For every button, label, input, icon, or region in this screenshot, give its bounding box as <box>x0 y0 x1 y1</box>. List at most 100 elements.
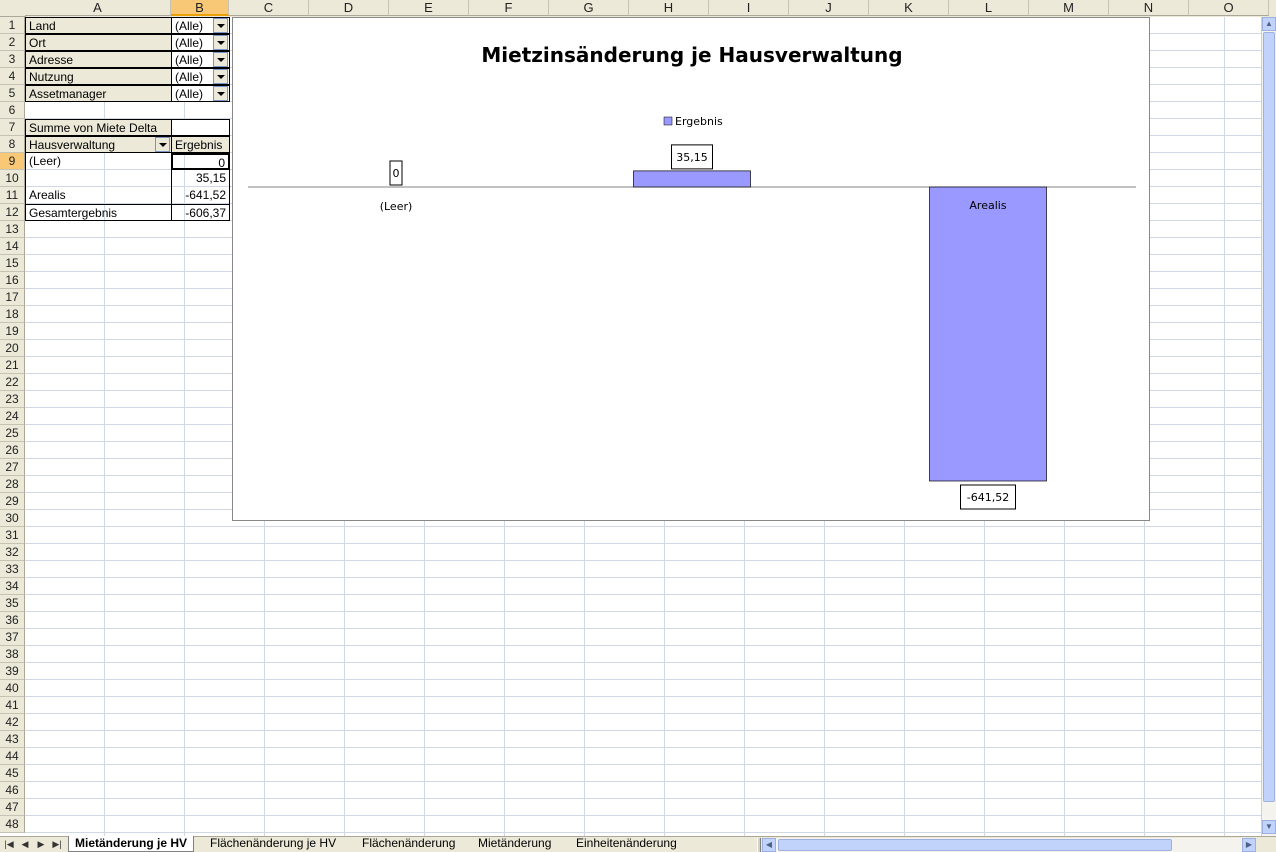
row-header-48[interactable]: 48 <box>0 816 25 833</box>
row-header-32[interactable]: 32 <box>0 544 25 561</box>
horizontal-scroll-thumb[interactable] <box>778 839 1172 851</box>
filter-label-4[interactable]: Assetmanager <box>25 85 172 102</box>
column-header-m[interactable]: M <box>1029 0 1109 16</box>
pivot-data-field[interactable]: Summe von Miete Delta <box>25 119 172 136</box>
row-header-1[interactable]: 1 <box>0 17 25 34</box>
column-header-c[interactable]: C <box>229 0 309 16</box>
pivot-row-field-dropdown-icon[interactable] <box>155 137 170 152</box>
pivot-row-field[interactable]: Hausverwaltung <box>25 136 172 153</box>
row-header-34[interactable]: 34 <box>0 578 25 595</box>
pivot-chart[interactable]: Mietzinsänderung je Hausverwaltung Ergebn… <box>232 17 1150 521</box>
row-header-14[interactable]: 14 <box>0 238 25 255</box>
row-header-5[interactable]: 5 <box>0 85 25 102</box>
row-header-38[interactable]: 38 <box>0 646 25 663</box>
last-sheet-icon[interactable]: ▶| <box>50 838 64 851</box>
filter-dropdown-icon[interactable] <box>213 52 228 67</box>
row-header-18[interactable]: 18 <box>0 306 25 323</box>
row-header-10[interactable]: 10 <box>0 170 25 187</box>
tab-split-handle[interactable] <box>757 838 761 852</box>
pivot-row-value[interactable]: 35,15 <box>171 170 230 187</box>
filter-label-1[interactable]: Ort <box>25 34 172 51</box>
row-header-12[interactable]: 12 <box>0 204 25 221</box>
pivot-row-label[interactable]: Arealis <box>25 187 172 204</box>
scroll-left-icon[interactable]: ◀ <box>762 838 776 852</box>
row-header-30[interactable]: 30 <box>0 510 25 527</box>
column-header-a[interactable]: A <box>25 0 171 16</box>
row-header-26[interactable]: 26 <box>0 442 25 459</box>
filter-dropdown-icon[interactable] <box>213 69 228 84</box>
pivot-row-label[interactable]: Gesamtergebnis <box>25 204 172 221</box>
row-header-21[interactable]: 21 <box>0 357 25 374</box>
horizontal-scrollbar[interactable]: ◀ ▶ <box>762 838 1256 852</box>
pivot-row-value[interactable]: -606,37 <box>171 204 230 221</box>
row-header-3[interactable]: 3 <box>0 51 25 68</box>
filter-dropdown-icon[interactable] <box>213 86 228 101</box>
row-header-11[interactable]: 11 <box>0 187 25 204</box>
sheet-tab-3[interactable]: Mietänderung <box>472 836 557 852</box>
row-header-20[interactable]: 20 <box>0 340 25 357</box>
select-all-corner[interactable] <box>0 0 26 17</box>
scroll-up-icon[interactable]: ▲ <box>1262 17 1276 31</box>
row-header-16[interactable]: 16 <box>0 272 25 289</box>
column-header-g[interactable]: G <box>549 0 629 16</box>
column-header-h[interactable]: H <box>629 0 709 16</box>
column-header-b[interactable]: B <box>171 0 229 16</box>
sheet-tab-1[interactable]: Flächenänderung je HV <box>204 836 342 852</box>
row-header-40[interactable]: 40 <box>0 680 25 697</box>
row-header-36[interactable]: 36 <box>0 612 25 629</box>
prev-sheet-icon[interactable]: ◀ <box>18 838 32 851</box>
row-header-41[interactable]: 41 <box>0 697 25 714</box>
column-header-f[interactable]: F <box>469 0 549 16</box>
row-header-27[interactable]: 27 <box>0 459 25 476</box>
filter-dropdown-icon[interactable] <box>213 18 228 33</box>
pivot-row-value[interactable]: -641,52 <box>171 187 230 204</box>
row-header-28[interactable]: 28 <box>0 476 25 493</box>
row-header-37[interactable]: 37 <box>0 629 25 646</box>
filter-label-0[interactable]: Land <box>25 17 172 34</box>
row-header-4[interactable]: 4 <box>0 68 25 85</box>
column-header-k[interactable]: K <box>869 0 949 16</box>
filter-label-2[interactable]: Adresse <box>25 51 172 68</box>
next-sheet-icon[interactable]: ▶ <box>34 838 48 851</box>
pivot-row-label[interactable]: (Leer) <box>25 153 172 170</box>
scroll-right-icon[interactable]: ▶ <box>1242 838 1256 852</box>
pivot-row-value[interactable]: 0 <box>171 153 230 170</box>
first-sheet-icon[interactable]: |◀ <box>2 838 16 851</box>
sheet-tab-4[interactable]: Einheitenänderung <box>570 836 683 852</box>
row-header-31[interactable]: 31 <box>0 527 25 544</box>
filter-label-3[interactable]: Nutzung <box>25 68 172 85</box>
row-header-35[interactable]: 35 <box>0 595 25 612</box>
pivot-row-label[interactable] <box>25 170 172 187</box>
filter-dropdown-icon[interactable] <box>213 35 228 50</box>
column-header-e[interactable]: E <box>389 0 469 16</box>
row-header-24[interactable]: 24 <box>0 408 25 425</box>
row-header-22[interactable]: 22 <box>0 374 25 391</box>
row-header-29[interactable]: 29 <box>0 493 25 510</box>
column-header-j[interactable]: J <box>789 0 869 16</box>
row-header-17[interactable]: 17 <box>0 289 25 306</box>
row-header-19[interactable]: 19 <box>0 323 25 340</box>
row-header-44[interactable]: 44 <box>0 748 25 765</box>
sheet-tab-2[interactable]: Flächenänderung <box>356 836 461 852</box>
row-header-46[interactable]: 46 <box>0 782 25 799</box>
column-header-l[interactable]: L <box>949 0 1029 16</box>
row-header-7[interactable]: 7 <box>0 119 25 136</box>
row-header-42[interactable]: 42 <box>0 714 25 731</box>
row-header-2[interactable]: 2 <box>0 34 25 51</box>
row-header-6[interactable]: 6 <box>0 102 25 119</box>
row-header-9[interactable]: 9 <box>0 153 25 170</box>
sheet-tab-0[interactable]: Mietänderung je HV <box>68 836 195 852</box>
pivot-data-field-blank[interactable] <box>171 119 230 136</box>
vertical-scroll-thumb[interactable] <box>1263 32 1275 802</box>
column-header-o[interactable]: O <box>1189 0 1269 16</box>
row-header-8[interactable]: 8 <box>0 136 25 153</box>
vertical-scrollbar[interactable]: ▲ ▼ <box>1261 17 1276 836</box>
row-header-39[interactable]: 39 <box>0 663 25 680</box>
row-header-45[interactable]: 45 <box>0 765 25 782</box>
column-header-n[interactable]: N <box>1109 0 1189 16</box>
row-header-23[interactable]: 23 <box>0 391 25 408</box>
pivot-result-header[interactable]: Ergebnis <box>171 136 230 153</box>
column-header-i[interactable]: I <box>709 0 789 16</box>
row-header-25[interactable]: 25 <box>0 425 25 442</box>
column-header-d[interactable]: D <box>309 0 389 16</box>
